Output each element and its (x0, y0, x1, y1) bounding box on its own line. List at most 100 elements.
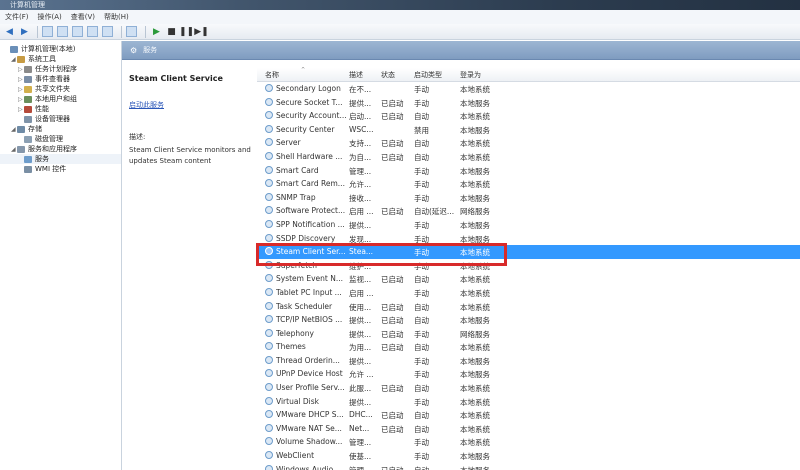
table-row[interactable]: User Profile Serv... 此服... 已启动 自动 本地系统 (257, 381, 800, 395)
service-log-on-as: 本地系统 (460, 180, 490, 190)
forward-icon[interactable]: ▶ (18, 25, 31, 38)
tree-node-icon (10, 45, 18, 53)
column-header-description[interactable]: 描述 (349, 70, 363, 80)
properties-icon[interactable] (72, 26, 83, 37)
tree-item[interactable]: ▷ 本地用户和组 (0, 94, 121, 104)
service-startup-type: 手动 (414, 98, 429, 108)
service-description: 监视... (349, 275, 372, 285)
tree-item[interactable]: 服务 (0, 154, 121, 164)
service-status: 已启动 (381, 302, 404, 312)
service-log-on-as: 本地服务 (460, 193, 490, 203)
table-row[interactable]: Smart Card 管理... 手动 本地服务 (257, 164, 800, 178)
table-row[interactable]: WebClient 使基... 手动 本地服务 (257, 449, 800, 463)
restart-service-icon[interactable]: ▶❚ (194, 25, 208, 38)
tree-node-icon (24, 65, 32, 73)
service-status: 已启动 (381, 112, 404, 122)
tree-item-label: 存储 (28, 125, 42, 133)
service-description: 支持... (349, 139, 372, 149)
table-row[interactable]: Task Scheduler 使用... 已启动 自动 本地系统 (257, 300, 800, 314)
service-name: Smart Card (276, 165, 319, 175)
table-row[interactable]: Virtual Disk 提供... 手动 本地系统 (257, 395, 800, 409)
tree-item[interactable]: 设备管理器 (0, 114, 121, 124)
column-header-log-on-as[interactable]: 登录为 (460, 70, 481, 80)
tree-item[interactable]: ▷ 共享文件夹 (0, 84, 121, 94)
table-row[interactable]: Telephony 提供... 已启动 手动 网络服务 (257, 327, 800, 341)
table-row[interactable]: SNMP Trap 接收... 手动 本地服务 (257, 191, 800, 205)
service-log-on-as: 本地服务 (460, 98, 490, 108)
menu-help[interactable]: 帮助(H) (104, 12, 129, 22)
tree-item[interactable]: 计算机管理(本地) (0, 44, 121, 54)
table-row[interactable]: Secondary Logon 在不... 手动 本地系统 (257, 82, 800, 96)
tree-node-icon (17, 125, 25, 133)
up-icon[interactable] (42, 26, 53, 37)
help-icon[interactable] (126, 26, 137, 37)
service-log-on-as: 本地系统 (460, 85, 490, 94)
stop-service-icon[interactable]: ■ (165, 25, 178, 38)
menu-file[interactable]: 文件(F) (5, 12, 29, 22)
table-row[interactable]: Tablet PC Input ... 启用 ... 手动 本地系统 (257, 286, 800, 300)
table-row[interactable]: VMware DHCP S... DHC... 已启动 自动 本地系统 (257, 408, 800, 422)
column-header-status[interactable]: 状态 (381, 70, 395, 80)
table-row[interactable]: UPnP Device Host 允许 ... 手动 本地服务 (257, 367, 800, 381)
back-icon[interactable]: ◀ (3, 25, 16, 38)
service-log-on-as: 本地服务 (460, 220, 490, 230)
service-gear-icon (265, 165, 273, 174)
tree-item[interactable]: ◢ 存储 (0, 124, 121, 134)
column-header-name[interactable]: 名称 (265, 70, 279, 80)
service-description: 在不... (349, 85, 372, 94)
start-service-icon[interactable]: ▶ (150, 25, 163, 38)
service-startup-type: 手动 (414, 329, 429, 339)
service-name: TCP/IP NetBIOS ... (276, 315, 343, 325)
table-row[interactable]: Server 支持... 已启动 自动 本地系统 (257, 136, 800, 150)
tree-item[interactable]: ▷ 事件查看器 (0, 74, 121, 84)
table-row[interactable]: Security Account... 启动... 已启动 自动 本地系统 (257, 109, 800, 123)
tree-item[interactable]: ◢ 系统工具 (0, 54, 121, 64)
table-row[interactable]: Secure Socket T... 提供... 已启动 手动 本地服务 (257, 96, 800, 110)
start-service-link[interactable]: 启动此服务 (129, 100, 257, 110)
tree-item[interactable]: ▷ 任务计划程序 (0, 64, 121, 74)
service-status: 已启动 (381, 329, 404, 339)
table-row[interactable]: TCP/IP NetBIOS ... 提供... 已启动 自动 本地服务 (257, 313, 800, 327)
service-startup-type: 手动 (414, 452, 429, 462)
table-row[interactable]: Themes 为用... 已启动 自动 本地系统 (257, 340, 800, 354)
service-description: 管理... (349, 438, 372, 448)
service-log-on-as: 本地系统 (460, 424, 490, 434)
service-description: 启用 ... (349, 207, 374, 217)
table-row[interactable]: Shell Hardware ... 为自... 已启动 自动 本地系统 (257, 150, 800, 164)
table-row[interactable]: Smart Card Rem... 允许... 手动 本地系统 (257, 177, 800, 191)
tree-item-label: WMI 控件 (35, 165, 67, 173)
show-hide-tree-icon[interactable] (57, 26, 68, 37)
service-name: Security Account... (276, 111, 347, 121)
service-startup-type: 禁用 (414, 125, 429, 135)
tree-item[interactable]: WMI 控件 (0, 164, 121, 174)
service-description: 提供... (349, 316, 372, 326)
service-gear-icon (265, 138, 273, 147)
service-status: 已启动 (381, 152, 404, 162)
service-startup-type: 自动 (414, 139, 429, 149)
tree-item[interactable]: ◢ 服务和应用程序 (0, 144, 121, 154)
selected-service-name: Steam Client Service (129, 74, 223, 83)
column-header-startup-type[interactable]: 启动类型 (414, 70, 442, 80)
menu-view[interactable]: 查看(V) (71, 12, 95, 22)
refresh-icon[interactable] (87, 26, 98, 37)
table-row[interactable]: Windows Audio 管理... 已启动自动本地服务 (257, 463, 800, 470)
menu-action[interactable]: 操作(A) (38, 12, 62, 22)
pause-service-icon[interactable]: ❚❚ (179, 25, 194, 38)
table-row[interactable]: Thread Orderin... 提供... 手动 本地服务 (257, 354, 800, 368)
menu-bar: 文件(F) 操作(A) 查看(V) 帮助(H) (0, 10, 800, 24)
table-row[interactable]: Software Protect... 启用 ... 已启动 自动(延迟... 网络服务 (257, 204, 800, 218)
toolbar-separator (145, 25, 146, 38)
service-name: Tablet PC Input ... (276, 287, 342, 297)
service-log-on-as: 本地服务 (460, 316, 490, 326)
table-row[interactable]: VMware NAT Se... Net... 已启动 自动 本地系统 (257, 422, 800, 436)
table-row[interactable]: Security Center WSC... 禁用 本地服务 (257, 123, 800, 137)
tree-item[interactable]: ▷ 性能 (0, 104, 121, 114)
highlight-annotation (256, 243, 507, 266)
service-startup-type: 自动 (414, 275, 429, 285)
table-row[interactable]: System Event N... 监视... 已启动 自动 本地系统 (257, 272, 800, 286)
service-name: Shell Hardware ... (276, 151, 343, 161)
export-icon[interactable] (102, 26, 113, 37)
tree-item[interactable]: 磁盘管理 (0, 134, 121, 144)
table-row[interactable]: Volume Shadow... 管理... 手动 本地系统 (257, 435, 800, 449)
table-row[interactable]: SPP Notification ... 提供... 手动 本地服务 (257, 218, 800, 232)
